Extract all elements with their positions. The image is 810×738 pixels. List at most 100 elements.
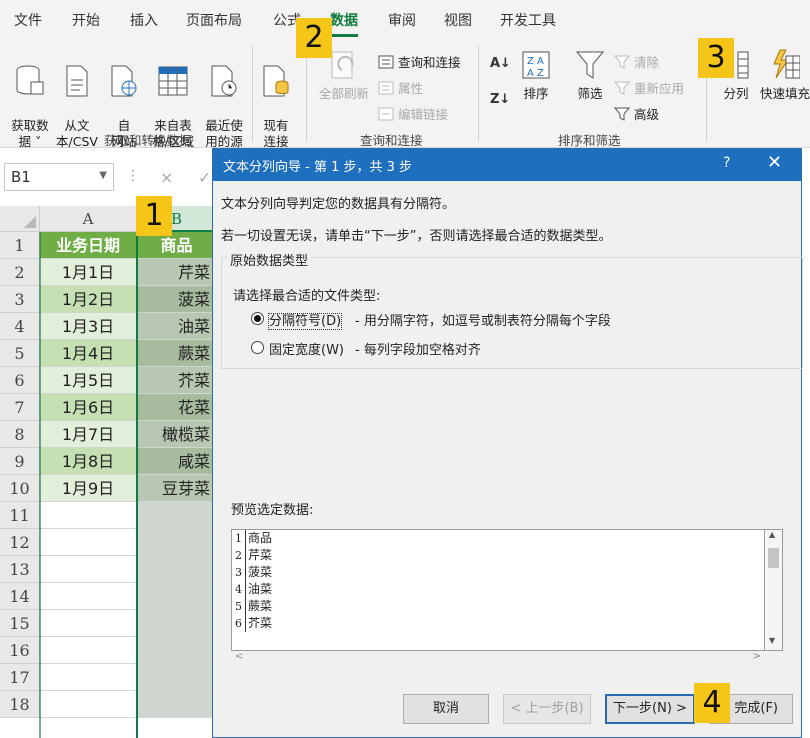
from-text-csv-button[interactable]: 从文 本/CSV (52, 48, 102, 150)
cell-a[interactable]: 1月4日 (40, 340, 137, 367)
tab-insert[interactable]: 插入 (130, 10, 158, 30)
name-box[interactable]: B1 ▼ (4, 163, 114, 191)
cell-b[interactable] (137, 637, 217, 664)
cell-b[interactable]: 油菜 (137, 313, 217, 340)
cell-a[interactable] (40, 502, 137, 529)
clear-filter-button[interactable]: 清除 (614, 52, 659, 71)
row-header[interactable]: 4 (0, 313, 40, 340)
cell-b[interactable] (137, 691, 217, 718)
scroll-down-icon[interactable]: ▼ (769, 636, 775, 645)
row-header[interactable]: 15 (0, 610, 40, 637)
edit-links-button[interactable]: 编辑链接 (378, 104, 448, 123)
close-icon[interactable]: ✕ (767, 152, 782, 173)
cell-b[interactable] (137, 664, 217, 691)
row-header[interactable]: 3 (0, 286, 40, 313)
tab-view[interactable]: 视图 (444, 10, 472, 30)
queries-connections-button[interactable]: 查询和连接 (378, 52, 461, 71)
cell-b[interactable] (137, 529, 217, 556)
filter-button[interactable]: 筛选 (570, 48, 610, 102)
existing-connections-button[interactable]: 现有 连接 (256, 48, 296, 150)
scroll-up-icon[interactable]: ▲ (769, 530, 775, 539)
cell-b[interactable]: 芥菜 (137, 367, 217, 394)
cell-a[interactable] (40, 556, 137, 583)
tab-review[interactable]: 审阅 (388, 10, 416, 30)
cell-a[interactable] (40, 691, 137, 718)
row-header[interactable]: 5 (0, 340, 40, 367)
row-header[interactable]: 10 (0, 475, 40, 502)
reapply-button[interactable]: 重新应用 (614, 78, 684, 97)
preview-horizontal-scrollbar[interactable]: < > (231, 651, 765, 667)
cancel-entry-icon[interactable]: × (160, 168, 173, 187)
cell-b[interactable]: 咸菜 (137, 448, 217, 475)
help-icon[interactable]: ? (723, 155, 730, 171)
get-data-button[interactable]: 获取数 据 ˅ (6, 48, 54, 150)
cell-a[interactable] (40, 610, 137, 637)
cell-a[interactable] (40, 583, 137, 610)
row-header[interactable]: 18 (0, 691, 40, 718)
cell-a[interactable]: 1月5日 (40, 367, 137, 394)
row-header[interactable]: 16 (0, 637, 40, 664)
cell-b[interactable] (137, 556, 217, 583)
row-header[interactable]: 13 (0, 556, 40, 583)
scroll-left-icon[interactable]: < (235, 651, 243, 662)
scroll-thumb[interactable] (768, 548, 779, 568)
tab-file[interactable]: 文件 (14, 10, 42, 30)
cell-a[interactable]: 1月8日 (40, 448, 137, 475)
delimited-radio-label[interactable]: 分隔符号(D) (267, 310, 343, 330)
sort-button[interactable]: Z AA Z 排序 (516, 48, 556, 102)
row-header[interactable]: 8 (0, 421, 40, 448)
scroll-right-icon[interactable]: > (753, 651, 761, 662)
recent-sources-button[interactable]: 最近使 用的源 (200, 48, 248, 150)
fixed-width-radio[interactable] (251, 341, 264, 354)
cell-a[interactable] (40, 529, 137, 556)
sort-ascending-button[interactable]: A↓ (490, 56, 511, 71)
cell-b[interactable]: 蕨菜 (137, 340, 217, 367)
tab-home[interactable]: 开始 (72, 10, 100, 30)
sort-descending-button[interactable]: Z↓ (490, 92, 510, 107)
tab-data[interactable]: 数据 (330, 10, 358, 37)
preview-vertical-scrollbar[interactable]: ▲ ▼ (765, 529, 783, 651)
fixed-width-radio-label[interactable]: 固定宽度(W) (269, 339, 344, 358)
cell-b[interactable] (137, 610, 217, 637)
row-header[interactable]: 17 (0, 664, 40, 691)
tab-developer[interactable]: 开发工具 (500, 10, 556, 30)
row-header[interactable]: 11 (0, 502, 40, 529)
cell-b[interactable]: 菠菜 (137, 286, 217, 313)
data-preview[interactable]: 1 商品 2 芹菜 3 菠菜 4 油菜 5 蕨菜 6 芥菜 (231, 529, 765, 651)
row-header[interactable]: 12 (0, 529, 40, 556)
cell-a[interactable]: 业务日期 (40, 232, 137, 259)
tab-page-layout[interactable]: 页面布局 (186, 10, 242, 30)
row-header[interactable]: 1 (0, 232, 40, 259)
cell-a[interactable]: 1月7日 (40, 421, 137, 448)
row-header[interactable]: 6 (0, 367, 40, 394)
advanced-filter-button[interactable]: 高级 (614, 104, 659, 123)
cell-b[interactable]: 橄榄菜 (137, 421, 217, 448)
cell-b[interactable]: 豆芽菜 (137, 475, 217, 502)
cell-a[interactable] (40, 637, 137, 664)
cell-b[interactable]: 商品 (137, 232, 217, 259)
next-button[interactable]: 下一步(N) > (605, 694, 695, 724)
select-all-corner[interactable] (0, 206, 40, 232)
cell-a[interactable]: 1月9日 (40, 475, 137, 502)
flash-fill-button[interactable]: 快速填充 (760, 48, 810, 102)
row-header[interactable]: 7 (0, 394, 40, 421)
cell-b[interactable] (137, 502, 217, 529)
cell-a[interactable]: 1月1日 (40, 259, 137, 286)
confirm-entry-icon[interactable]: ✓ (198, 168, 211, 187)
column-header-a[interactable]: A (40, 206, 137, 232)
row-header[interactable]: 9 (0, 448, 40, 475)
cell-b[interactable]: 花菜 (137, 394, 217, 421)
back-button[interactable]: < 上一步(B) (503, 694, 591, 724)
row-header[interactable]: 14 (0, 583, 40, 610)
properties-button[interactable]: 属性 (378, 78, 423, 97)
cell-a[interactable]: 1月6日 (40, 394, 137, 421)
row-header[interactable]: 2 (0, 259, 40, 286)
cell-a[interactable] (40, 664, 137, 691)
cell-b[interactable]: 芹菜 (137, 259, 217, 286)
cell-b[interactable] (137, 583, 217, 610)
delimited-radio[interactable] (251, 312, 264, 325)
cancel-button[interactable]: 取消 (403, 694, 489, 724)
cell-a[interactable]: 1月3日 (40, 313, 137, 340)
cell-a[interactable]: 1月2日 (40, 286, 137, 313)
chevron-down-icon[interactable]: ▼ (99, 170, 107, 181)
